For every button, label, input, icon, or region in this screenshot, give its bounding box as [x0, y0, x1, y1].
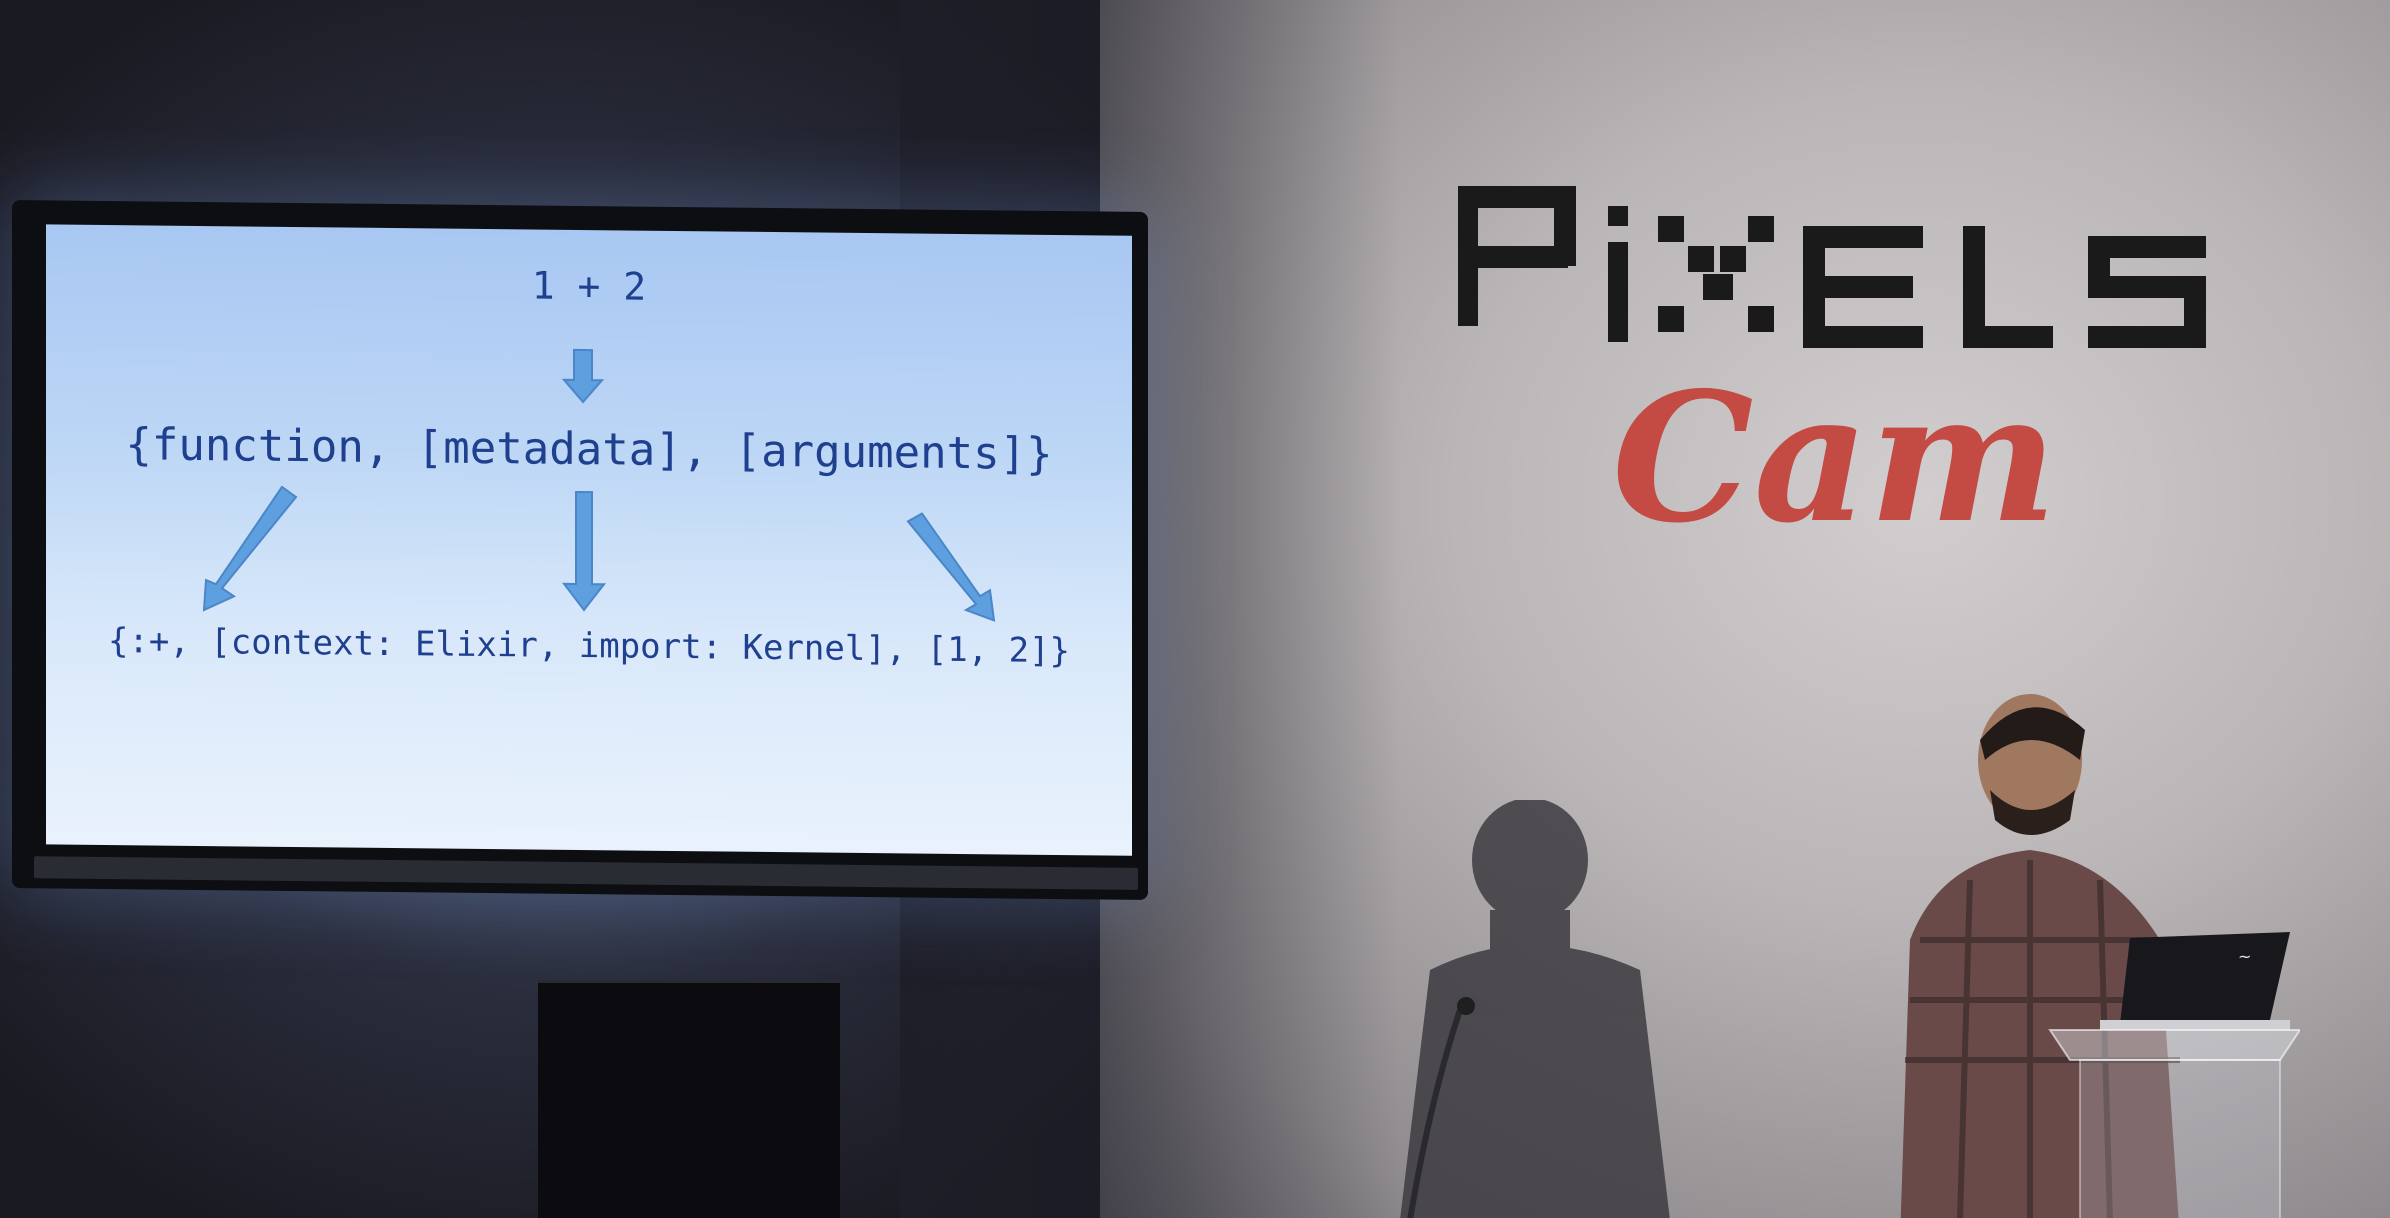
laptop-sticker: ~ — [2238, 947, 2251, 966]
speaker: ~ — [1900, 694, 2300, 1218]
arrow-diagonal-right-icon — [906, 512, 996, 622]
arrow-down-icon — [561, 490, 607, 612]
slide-arrows — [202, 348, 996, 622]
camp-logo: Camp — [1612, 353, 2062, 562]
speaker-shadow — [1400, 800, 1670, 1218]
conference-stage-photo: 1 + 2 {function, [metadata], [arguments]… — [0, 0, 2390, 1218]
arrow-diagonal-left-icon — [202, 485, 298, 612]
svg-text:Camp: Camp — [1612, 353, 2062, 562]
tv-bezel-bottom — [34, 856, 1138, 890]
arrow-down-icon — [561, 348, 605, 404]
podium-silhouette — [538, 980, 840, 1218]
tv-monitor: 1 + 2 {function, [metadata], [arguments]… — [12, 200, 1148, 900]
presentation-slide: 1 + 2 {function, [metadata], [arguments]… — [46, 224, 1132, 856]
